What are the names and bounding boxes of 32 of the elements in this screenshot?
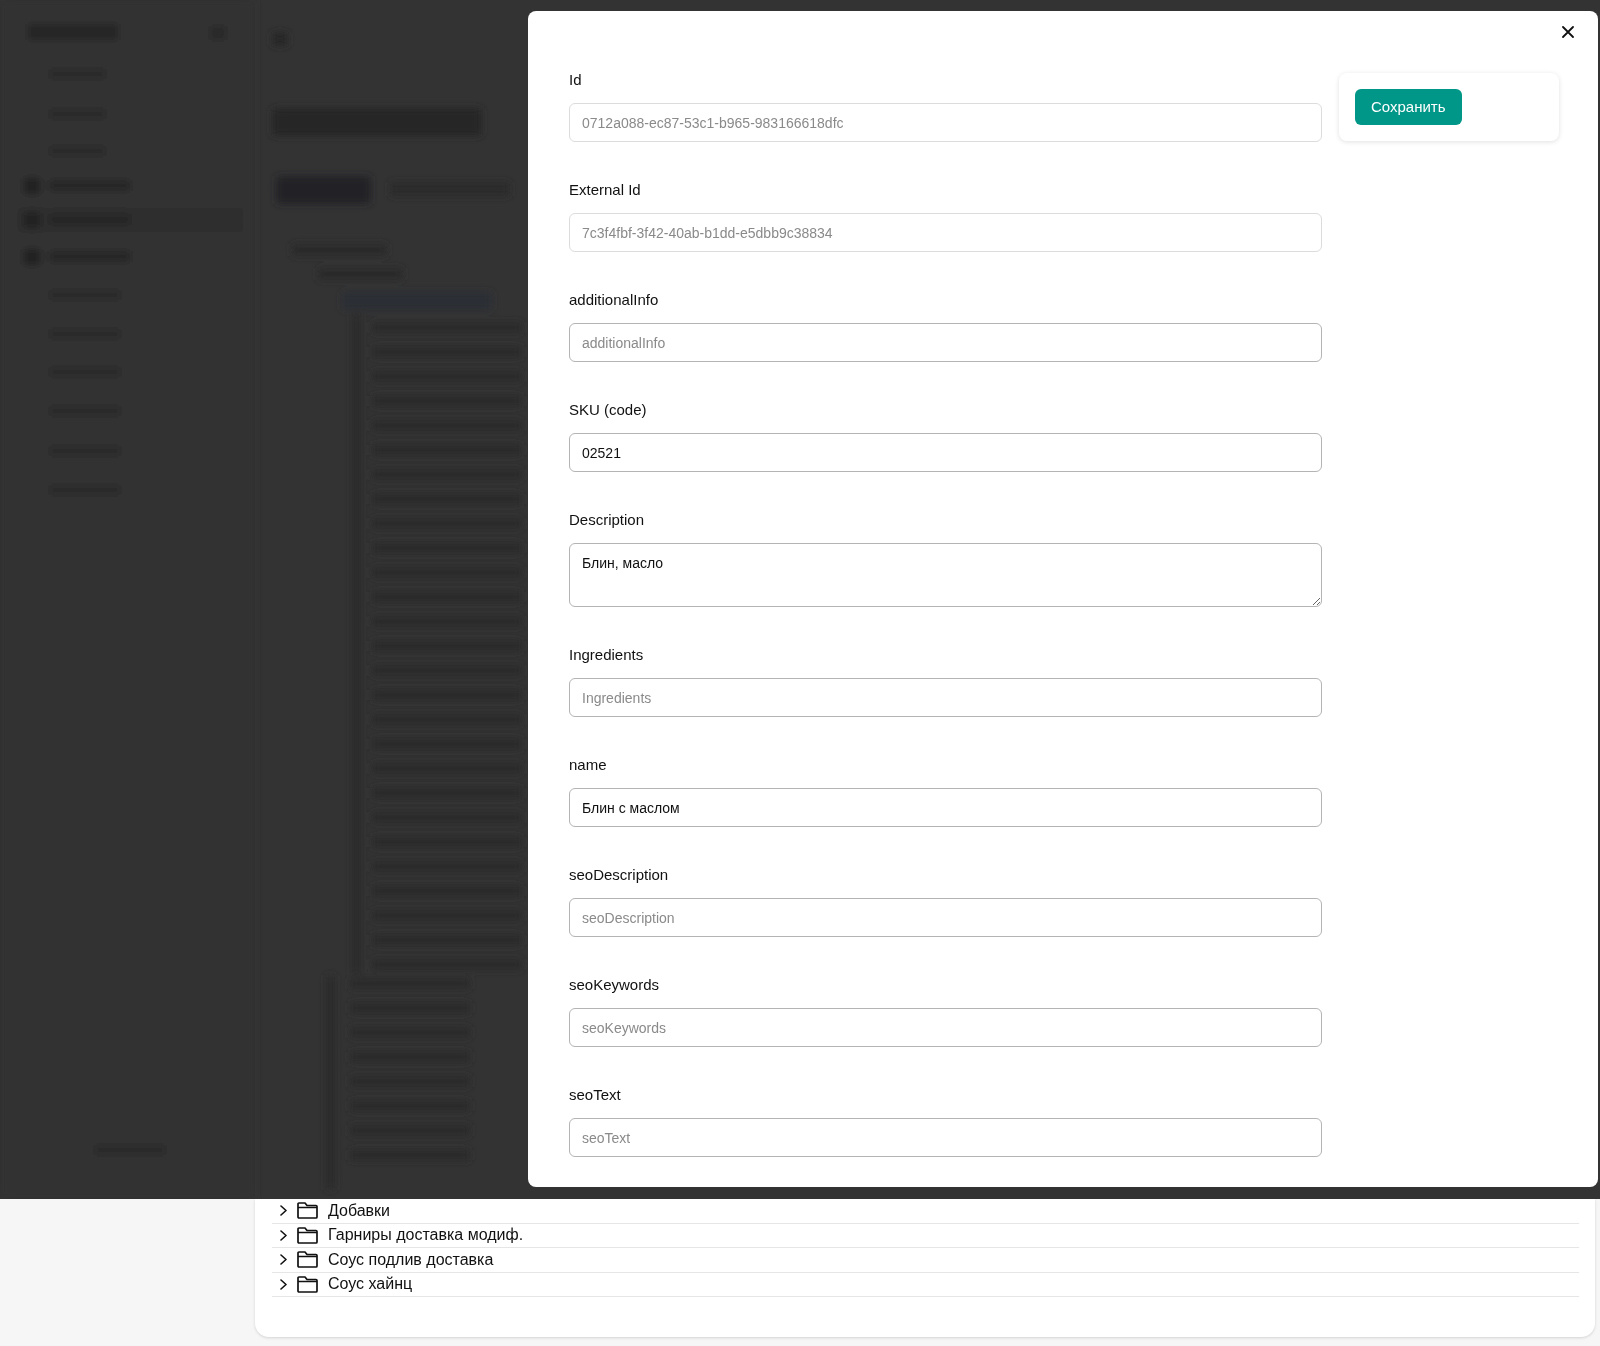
text-field[interactable]: Ingredients xyxy=(569,678,1322,717)
text-area[interactable]: Блин, масло xyxy=(569,543,1322,607)
field-label: SKU (code) xyxy=(569,400,648,420)
text-field[interactable]: Блин с маслом xyxy=(569,788,1322,827)
field-label: Description xyxy=(569,510,646,530)
chevron-right-icon[interactable] xyxy=(280,1254,287,1266)
tree-item-label[interactable]: Добавки xyxy=(328,1200,391,1221)
text-field[interactable]: additionalInfo xyxy=(569,323,1322,362)
chevron-right-icon[interactable] xyxy=(280,1229,287,1241)
field-label: External Id xyxy=(569,180,642,200)
field-label: additionalInfo xyxy=(569,290,660,310)
text-field[interactable]: seoDescription xyxy=(569,898,1322,937)
field-label: seoText xyxy=(569,1085,622,1105)
field-label: Id xyxy=(569,70,583,90)
tree-item-label[interactable]: Гарниры доставка модиф. xyxy=(328,1225,524,1246)
folder-icon xyxy=(297,1202,318,1220)
folder-icon xyxy=(297,1275,318,1293)
text-field[interactable]: seoKeywords xyxy=(569,1008,1322,1047)
tree-item-label[interactable]: Соус хайнц xyxy=(328,1274,413,1295)
folder-icon xyxy=(297,1251,318,1269)
chevron-right-icon[interactable] xyxy=(280,1205,287,1217)
text-field[interactable]: 02521 xyxy=(569,433,1322,472)
text-field[interactable]: seoText xyxy=(569,1118,1322,1157)
field-label: Ingredients xyxy=(569,645,645,665)
field-label: seoDescription xyxy=(569,865,670,885)
folder-icon xyxy=(297,1226,318,1244)
save-button[interactable]: Сохранить xyxy=(1355,89,1462,125)
chevron-right-icon[interactable] xyxy=(280,1278,287,1290)
field-label: name xyxy=(569,755,608,775)
tree-item-label[interactable]: Соус подлив доставка xyxy=(328,1249,494,1270)
close-icon xyxy=(1562,26,1574,38)
field-label: seoKeywords xyxy=(569,975,661,995)
